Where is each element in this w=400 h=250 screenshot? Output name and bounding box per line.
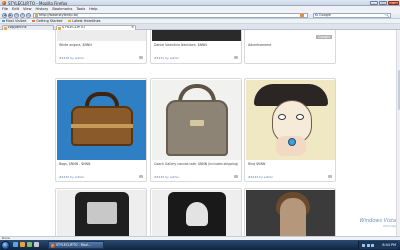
network-icon[interactable]: [362, 243, 365, 247]
app-launch-icon[interactable]: [34, 242, 39, 247]
menu-view[interactable]: View: [23, 7, 32, 11]
product-image[interactable]: [152, 190, 241, 238]
product-caption: Daniel Valentine Necklace, $NNN: [154, 43, 207, 47]
maximize-button[interactable]: □: [379, 0, 387, 5]
search-go-icon[interactable]: 🔍: [385, 13, 389, 18]
app-launch-icon[interactable]: [27, 242, 32, 247]
product-card[interactable]: Daniel Valentine Necklace, $NNN #4431 by…: [150, 30, 242, 64]
bag-nameplate: [190, 120, 204, 126]
close-window-button[interactable]: ×: [388, 0, 399, 5]
product-meta-link[interactable]: #4431 by admin: [154, 56, 179, 60]
bag-strap: [71, 124, 133, 128]
address-url: http://www.styleclip.to/: [39, 12, 79, 17]
bag-body: [166, 100, 228, 156]
window-controls: – □ ×: [370, 0, 399, 5]
firefox-icon: [50, 243, 55, 248]
product-caption: Ring $NNN: [248, 162, 266, 166]
product-card[interactable]: Coach Gallery canvas tote, $NNN (include…: [150, 78, 242, 182]
rss-feed-icon[interactable]: [300, 13, 304, 17]
product-meta-link[interactable]: #4432 by admin: [59, 175, 84, 179]
firefox-icon: [2, 1, 6, 5]
product-meta-link[interactable]: #4434 by admin: [248, 175, 273, 179]
product-image[interactable]: [57, 80, 146, 160]
stop-button[interactable]: ✕: [20, 12, 25, 18]
illustration-ring: [288, 138, 296, 146]
system-tray: 8:44 PM: [358, 241, 398, 249]
reload-button[interactable]: ↻: [14, 12, 19, 18]
menu-edit[interactable]: Edit: [12, 7, 19, 11]
taskbar-firefox-button[interactable]: STYLECLIP.TO - Mozi...: [48, 241, 104, 249]
rss-icon: [68, 19, 72, 23]
show-desktop-icon[interactable]: [13, 242, 18, 247]
menu-file[interactable]: File: [2, 7, 8, 11]
product-card[interactable]: [55, 188, 147, 239]
tray-icons: [362, 243, 374, 247]
windows-watermark: Windows Vista Ultimate: [360, 218, 396, 228]
product-image[interactable]: [57, 190, 146, 238]
forward-button[interactable]: ▶: [8, 12, 13, 18]
clock[interactable]: 8:44 PM: [382, 243, 396, 247]
product-image[interactable]: [152, 80, 241, 160]
home-button[interactable]: ⌂: [26, 12, 31, 18]
product-card[interactable]: Bags, $NNN - $NNN #4432 by admin: [55, 78, 147, 182]
product-image[interactable]: [57, 30, 146, 41]
favorite-icon[interactable]: [234, 56, 238, 59]
product-image[interactable]: [152, 30, 241, 41]
bookmark-getting-started[interactable]: Getting Started: [32, 19, 62, 23]
volume-icon[interactable]: [366, 243, 370, 247]
power-icon[interactable]: [371, 243, 374, 247]
menu-history[interactable]: History: [36, 7, 49, 11]
photo-person: [280, 198, 306, 238]
favorite-icon[interactable]: [234, 175, 238, 178]
bookmark-icon: [2, 19, 5, 23]
window-title: STYLECLIP.TO - Mozilla Firefox: [8, 0, 68, 6]
product-card[interactable]: Ring $NNN #4434 by admin: [244, 78, 336, 182]
bookmark-most-visited[interactable]: Most Visited: [2, 19, 26, 23]
favorite-icon[interactable]: [328, 175, 332, 178]
back-button[interactable]: ◀: [2, 12, 7, 18]
ad-label: Advertisement: [248, 43, 272, 47]
product-caption: White angora, $NNN: [59, 43, 92, 47]
product-card[interactable]: [150, 188, 242, 239]
tshirt-print: [186, 202, 208, 226]
watermark-edition: Ultimate: [383, 224, 396, 228]
menu-bookmarks[interactable]: Bookmarks: [52, 7, 72, 11]
product-caption: Bags, $NNN - $NNN: [59, 162, 91, 166]
favorite-icon[interactable]: [139, 175, 143, 178]
menu-tools[interactable]: Tools: [76, 7, 85, 11]
page-content: White angora, $NNN #4430 by admin Daniel…: [0, 30, 400, 239]
favorite-icon[interactable]: [139, 56, 143, 59]
page-scrollbar[interactable]: [396, 30, 400, 239]
search-placeholder: Google: [319, 12, 331, 17]
taskbar: STYLECLIP.TO - Mozi... 8:44 PM: [0, 240, 400, 250]
site-favicon-icon: [35, 14, 38, 17]
tshirt-print: [87, 202, 117, 224]
product-image[interactable]: [246, 80, 335, 160]
address-bar[interactable]: http://www.styleclip.to/: [33, 12, 308, 18]
start-button[interactable]: [1, 240, 10, 250]
product-caption: Coach Gallery canvas tote, $NNN (include…: [154, 162, 239, 166]
minimize-button[interactable]: –: [370, 0, 378, 5]
google-ads-logo[interactable]: Google: [316, 35, 332, 39]
product-meta-link[interactable]: #4433 by admin: [154, 175, 179, 179]
ad-card: Advertisement Google: [244, 30, 336, 64]
illustration-eye: [278, 114, 286, 120]
bookmark-icon: [32, 19, 36, 23]
navigation-toolbar: ◀ ▶ ↻ ✕ ⌂ http://www.styleclip.to/ G Goo…: [0, 11, 400, 19]
product-card[interactable]: White angora, $NNN #4430 by admin: [55, 30, 147, 64]
quick-launch: [13, 242, 39, 247]
product-image[interactable]: [246, 190, 335, 238]
menu-help[interactable]: Help: [89, 7, 97, 11]
search-box[interactable]: G Google 🔍: [313, 12, 391, 18]
product-meta-link[interactable]: #4430 by admin: [59, 56, 84, 60]
illustration-eye: [296, 114, 304, 120]
bookmark-latest-headlines[interactable]: Latest Headlines: [68, 19, 101, 23]
firefox-launch-icon[interactable]: [20, 242, 25, 247]
product-card[interactable]: [244, 188, 336, 239]
google-engine-icon[interactable]: G: [315, 13, 318, 18]
